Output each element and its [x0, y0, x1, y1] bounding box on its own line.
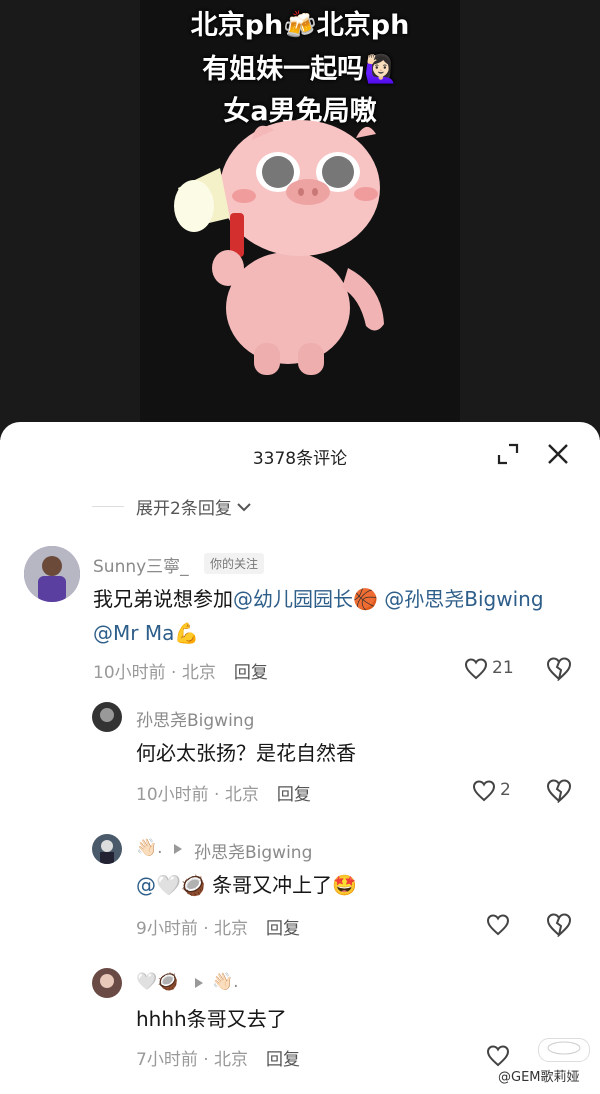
comment-text: hhhh条哥又去了 [136, 1007, 287, 1031]
fullscreen-icon[interactable] [496, 442, 520, 466]
reply-button[interactable]: 回复 [266, 919, 300, 939]
comment-time: 10小时前 [136, 785, 209, 805]
divider [92, 506, 124, 507]
avatar[interactable] [92, 968, 122, 998]
dislike-heart-icon[interactable] [546, 779, 572, 803]
comment-meta: 10小时前 · 北京 回复 [93, 663, 268, 683]
reply-arrow-icon [174, 844, 182, 854]
comment-time: 7小时前 [136, 1050, 198, 1070]
comment-meta: 10小时前 · 北京 回复 [136, 785, 311, 805]
comment-time: 10小时前 [93, 663, 166, 683]
reply-username-from[interactable]: 👋🏻. [136, 838, 163, 858]
comment-text: 何必太张扬？是花自然香 [136, 741, 356, 765]
comment-location: 北京 [214, 1050, 249, 1070]
watermark-logo [538, 1038, 590, 1062]
avatar[interactable] [92, 702, 122, 732]
like-count: 21 [492, 658, 514, 678]
mention-link[interactable]: @孙思尧Bigwing [384, 587, 543, 611]
comment-text: @🤍🥥 条哥又冲上了🤩 [136, 868, 357, 902]
comments-sheet: 3378条评论 展开2条回复 Sunny三寧_ 你的关注 我兄弟说想参加@幼儿园… [0, 422, 600, 1094]
heart-icon[interactable] [472, 780, 496, 802]
expand-replies-button[interactable]: 展开2条回复 [92, 494, 252, 519]
pig-illustration [174, 120, 384, 375]
comment-text-plain: 我兄弟说想参加 [93, 587, 233, 611]
heart-icon[interactable] [464, 658, 488, 680]
comment-text-plain: 条哥又冲上了🤩 [212, 873, 358, 897]
heart-icon[interactable] [486, 1045, 510, 1067]
reply-username-to[interactable]: 👋🏻. [212, 972, 239, 992]
video-player[interactable]: 北京ph🍻北京ph 有姐妹一起吗🙋🏻‍♀️ 女a男免局嗷 [0, 0, 600, 440]
reply-arrow-icon [195, 978, 203, 988]
dislike-heart-icon[interactable] [546, 913, 572, 937]
reply-username-to[interactable]: 孙思尧Bigwing [194, 838, 312, 863]
reply-button[interactable]: 回复 [266, 1050, 300, 1070]
chevron-down-icon [237, 502, 251, 511]
comment-text: 我兄弟说想参加@幼儿园园长🏀 @孙思尧Bigwing @Mr Ma💪 [93, 582, 573, 650]
reply-button[interactable]: 回复 [277, 785, 311, 805]
reply-username-from[interactable]: 🤍🥥 [136, 972, 178, 992]
comment-meta: 9小时前 · 北京 回复 [136, 919, 301, 939]
avatar[interactable] [92, 834, 122, 864]
dislike-heart-icon[interactable] [546, 657, 572, 681]
mention-link[interactable]: @Mr Ma💪 [93, 621, 199, 645]
like-count: 2 [500, 780, 511, 800]
mention-link[interactable]: @🤍🥥 [136, 873, 206, 897]
avatar[interactable] [24, 546, 80, 602]
close-icon[interactable] [544, 440, 572, 468]
heart-icon[interactable] [486, 914, 510, 936]
reply-button[interactable]: 回复 [234, 663, 268, 683]
comment-location: 北京 [224, 785, 259, 805]
comment-username[interactable]: Sunny三寧_ [93, 552, 189, 577]
expand-replies-label: 展开2条回复 [136, 499, 232, 519]
following-badge: 你的关注 [204, 553, 265, 574]
mention-link[interactable]: @幼儿园园长🏀 [233, 587, 378, 611]
comment-location: 北京 [181, 663, 216, 683]
reply-username[interactable]: 孙思尧Bigwing [136, 706, 254, 731]
comment-location: 北京 [214, 919, 249, 939]
comment-meta: 7小时前 · 北京 回复 [136, 1050, 301, 1070]
comment-time: 9小时前 [136, 919, 198, 939]
watermark: @GEM歌莉娅 [498, 1070, 580, 1085]
video-caption-line1: 北京ph🍻北京ph [190, 10, 410, 41]
video-caption-line2: 有姐妹一起吗🙋🏻‍♀️ [202, 54, 398, 85]
